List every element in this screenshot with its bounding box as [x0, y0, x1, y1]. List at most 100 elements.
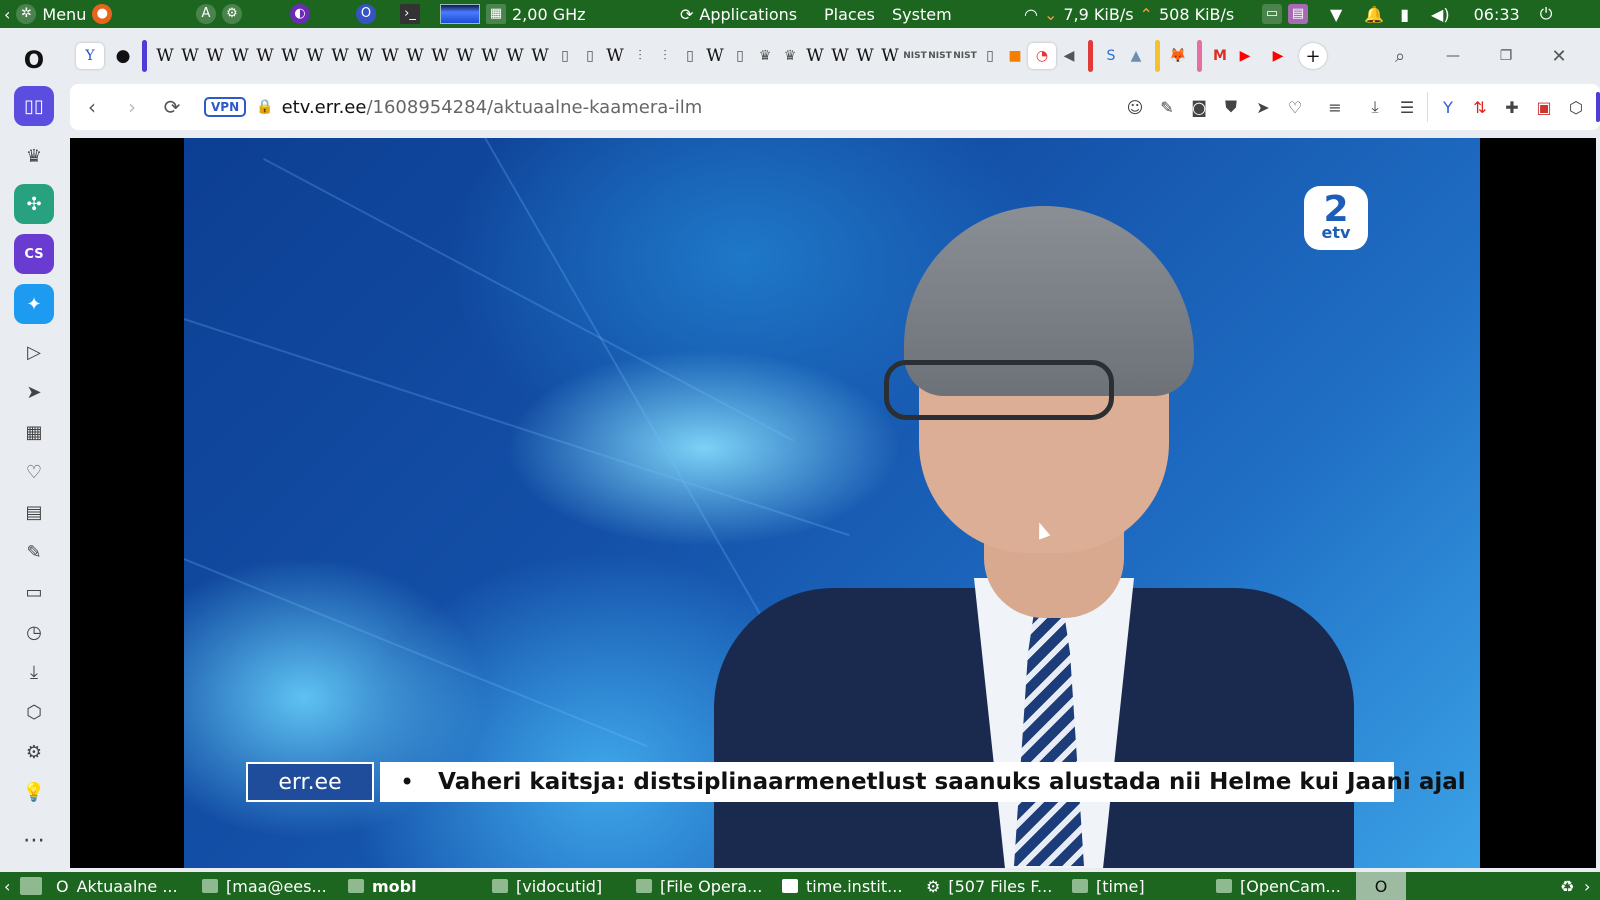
puzzle-extension-icon[interactable]: ✚: [1496, 91, 1528, 123]
tab-wikipedia-icon[interactable]: W: [703, 43, 727, 69]
tab-wikipedia-icon[interactable]: W: [878, 43, 902, 69]
translate-extension-icon[interactable]: ⇅: [1464, 91, 1496, 123]
tab-wikipedia-icon[interactable]: W: [478, 43, 502, 69]
menu-button[interactable]: ‹ ✲ Menu ●: [4, 0, 113, 28]
tab-wikipedia-icon[interactable]: W: [353, 43, 377, 69]
tab-audio-icon[interactable]: ◀: [1057, 43, 1081, 69]
task-item[interactable]: mobl: [348, 872, 417, 900]
tab-wikipedia-icon[interactable]: W: [803, 43, 827, 69]
task-item[interactable]: [time]: [1072, 872, 1145, 900]
tab-crown-icon[interactable]: ♛: [753, 43, 777, 69]
pinboard-icon[interactable]: ✎: [14, 532, 54, 572]
tab-document-icon[interactable]: ▯: [578, 43, 602, 69]
tab-s-icon[interactable]: S: [1099, 43, 1123, 69]
tab-wikipedia-icon[interactable]: W: [378, 43, 402, 69]
restore-icon[interactable]: ❐: [1494, 43, 1518, 69]
battery-icon[interactable]: ▮: [1400, 5, 1409, 24]
tab-wikipedia-icon[interactable]: W: [253, 43, 277, 69]
bulb-icon[interactable]: 💡: [14, 772, 54, 812]
tab-document-icon[interactable]: ▯: [678, 43, 702, 69]
send-icon[interactable]: ➤: [14, 372, 54, 412]
tab-wikipedia-icon[interactable]: W: [853, 43, 877, 69]
cs-icon[interactable]: CS: [14, 234, 54, 274]
tab-wikipedia-icon[interactable]: W: [178, 43, 202, 69]
tab-nist-icon[interactable]: NIST: [903, 43, 927, 69]
taskbar-scroll-left[interactable]: ‹: [4, 872, 10, 900]
tab-wikipedia-icon[interactable]: W: [828, 43, 852, 69]
easy-setup-icon[interactable]: ☰: [1391, 91, 1423, 123]
tab-youtube-icon[interactable]: ▶: [1266, 43, 1290, 69]
download-icon[interactable]: ⤓: [1359, 91, 1391, 123]
tab-wikipedia-icon[interactable]: W: [303, 43, 327, 69]
tab-wikipedia-icon[interactable]: W: [278, 43, 302, 69]
clipboard-extension-icon[interactable]: ▣: [1528, 91, 1560, 123]
tab-wikipedia-icon[interactable]: W: [403, 43, 427, 69]
tab-wikipedia-icon[interactable]: W: [603, 43, 627, 69]
tab-triangle-icon[interactable]: ▲: [1124, 43, 1148, 69]
tor-icon[interactable]: ◐: [290, 4, 310, 24]
screen-icon[interactable]: ▭: [14, 572, 54, 612]
gears-icon[interactable]: ⚙: [222, 4, 242, 24]
tab-wikipedia-icon[interactable]: W: [503, 43, 527, 69]
url-field[interactable]: etv.err.ee/1608954284/aktuaalne-kaamera-…: [282, 97, 703, 118]
extensions-cube-icon[interactable]: ⬡: [14, 692, 54, 732]
vpn-badge[interactable]: VPN: [204, 97, 247, 117]
tab-gmail-icon[interactable]: M: [1208, 43, 1232, 69]
twitter-icon[interactable]: ✦: [14, 284, 54, 324]
tab-wikipedia-icon[interactable]: W: [228, 43, 252, 69]
tab-wikipedia-icon[interactable]: W: [428, 43, 452, 69]
task-item[interactable]: ⚙ [507 Files F...: [926, 872, 1052, 900]
tab-document-icon[interactable]: ▯: [978, 43, 1002, 69]
edit-icon[interactable]: ✎: [1151, 91, 1183, 123]
player-icon[interactable]: ▷: [14, 332, 54, 372]
more-icon[interactable]: ⋯: [14, 820, 54, 860]
tab-wikipedia-icon[interactable]: W: [328, 43, 352, 69]
settings-icon[interactable]: ⚙: [14, 732, 54, 772]
vpn-extension-icon[interactable]: Y: [1432, 91, 1464, 123]
tab-active-speedtest-icon[interactable]: ◔: [1028, 43, 1056, 69]
tab-vpn-shield-icon[interactable]: Y: [76, 43, 104, 69]
tab-document-icon[interactable]: ▯: [728, 43, 752, 69]
playlist-icon[interactable]: ≡: [1319, 91, 1351, 123]
apps-grid-icon[interactable]: ▦: [14, 412, 54, 452]
task-item[interactable]: time.instit...: [782, 872, 902, 900]
task-item[interactable]: O Aktuaalne ...: [56, 872, 178, 900]
trash-icon[interactable]: ♻: [1560, 872, 1574, 900]
close-window-icon[interactable]: ✕: [1547, 43, 1571, 69]
tab-document-icon[interactable]: ▯: [553, 43, 577, 69]
reload-button[interactable]: ⟳: [152, 87, 192, 127]
workspaces-icon[interactable]: ▯▯: [14, 86, 54, 126]
taskbar-scroll-right[interactable]: ›: [1584, 872, 1590, 900]
tab-wikipedia-icon[interactable]: W: [153, 43, 177, 69]
tab-wikipedia-icon[interactable]: W: [453, 43, 477, 69]
new-tab-plus-icon[interactable]: +: [1299, 43, 1327, 69]
heart-icon[interactable]: ♡: [1279, 91, 1311, 123]
places-menu[interactable]: Places: [824, 0, 875, 28]
send-icon[interactable]: ➤: [1247, 91, 1279, 123]
a-launcher-icon[interactable]: A: [196, 4, 216, 24]
tab-nist-icon[interactable]: NIST: [953, 43, 977, 69]
heart-icon[interactable]: ♡: [14, 452, 54, 492]
chevron-left-icon[interactable]: ‹: [4, 5, 10, 24]
tab-wikipedia-icon[interactable]: W: [528, 43, 552, 69]
camera-icon[interactable]: ◙: [1183, 91, 1215, 123]
task-item-active[interactable]: O: [1356, 872, 1406, 900]
files-icon[interactable]: ▭: [1262, 4, 1282, 24]
volume-icon[interactable]: ◀): [1431, 5, 1450, 24]
terminal-icon[interactable]: ›_: [400, 4, 420, 24]
emoji-icon[interactable]: ☺: [1119, 91, 1151, 123]
tab-blogger-icon[interactable]: ■: [1003, 43, 1027, 69]
lock-icon[interactable]: 🔒: [256, 99, 273, 115]
tab-search-icon[interactable]: ⌕: [1388, 43, 1412, 69]
forward-button[interactable]: ›: [112, 87, 152, 127]
wifi-status-icon[interactable]: ▼: [1330, 5, 1342, 24]
tab-youtube-icon[interactable]: ▶: [1233, 43, 1257, 69]
crown-icon[interactable]: ♛: [14, 136, 54, 176]
cube-extension-icon[interactable]: ⬡: [1560, 91, 1592, 123]
history-icon[interactable]: ◷: [14, 612, 54, 652]
bell-icon[interactable]: 🔔: [1364, 5, 1384, 24]
tab-crown-icon[interactable]: ♛: [778, 43, 802, 69]
tab-wikipedia-icon[interactable]: W: [203, 43, 227, 69]
back-button[interactable]: ‹: [72, 87, 112, 127]
opera-logo-icon[interactable]: O: [14, 40, 54, 80]
